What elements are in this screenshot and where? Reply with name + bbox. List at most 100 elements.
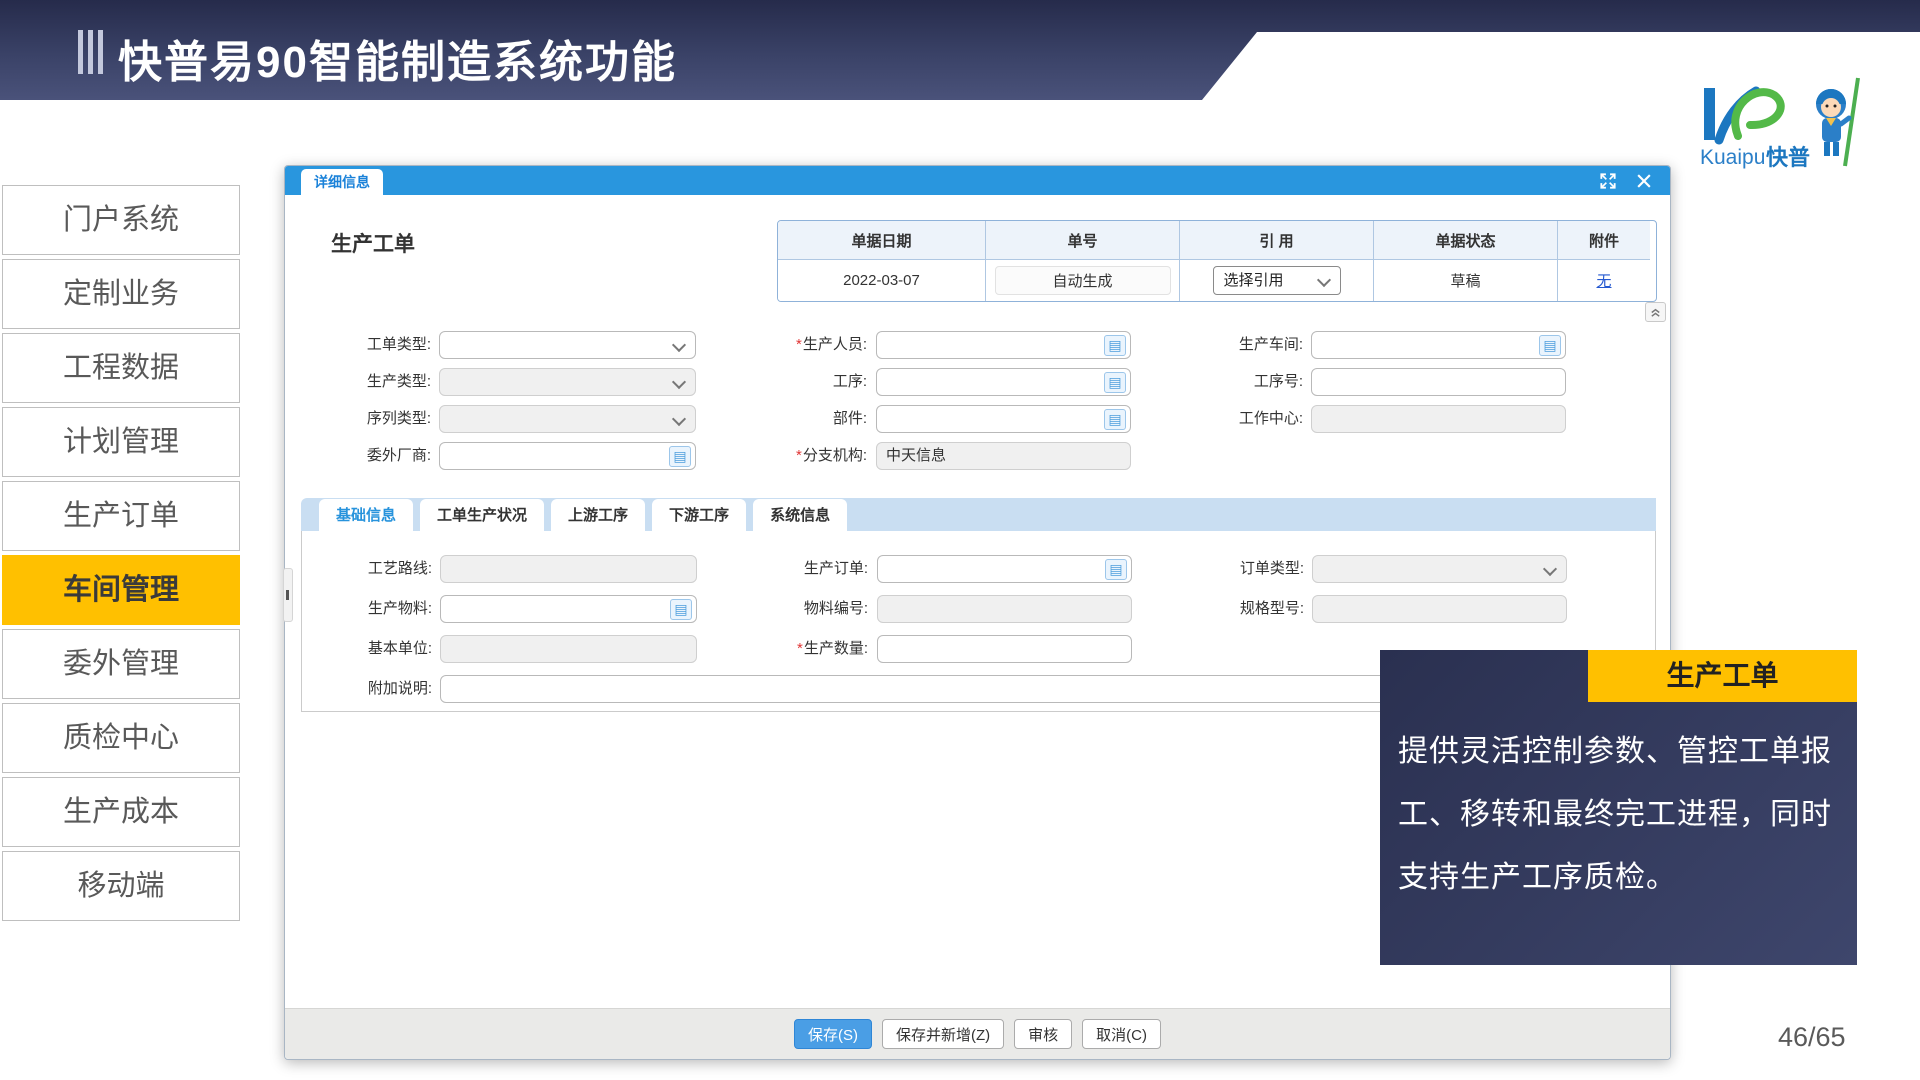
doc-info-table: 单据日期 单号 引 用 单据状态 附件 2022-03-07 自动生成 选择引用… [777,220,1657,302]
field-label-production-order: 生产订单: [722,555,868,583]
sidebar-item-production-order[interactable]: 生产订单 [2,481,240,551]
svg-text:Kuaipu: Kuaipu [1700,146,1765,169]
sidebar-item-quality-center[interactable]: 质检中心 [2,703,240,773]
tab-upstream-process[interactable]: 上游工序 [551,499,645,531]
chevron-down-icon [672,412,686,426]
doc-attachment-cell: 无 [1557,259,1650,301]
production-workshop-input[interactable]: ▤ [1311,331,1566,359]
production-personnel-input[interactable]: ▤ [876,331,1131,359]
process-input[interactable]: ▤ [876,368,1131,396]
doc-number-field: 自动生成 [995,266,1171,295]
field-label-production-workshop: 生产车间: [1155,331,1303,359]
chevron-down-icon [672,338,686,352]
field-label-process-number: 工序号: [1155,368,1303,396]
lookup-icon[interactable]: ▤ [670,599,692,620]
module-sidebar: 门户系统 定制业务 工程数据 计划管理 生产订单 车间管理 委外管理 质检中心 … [2,185,240,925]
doc-date-value: 2022-03-07 [778,259,985,301]
production-material-input[interactable]: ▤ [440,595,697,623]
production-type-select [439,368,696,396]
field-label-process-route: 工艺路线: [312,555,432,583]
component-input[interactable]: ▤ [876,405,1131,433]
field-label-component: 部件: [725,405,867,433]
field-label-sequence-type: 序列类型: [305,405,431,433]
logo-text-cn: 快普 [1766,145,1810,170]
field-label-process: 工序: [725,368,867,396]
page-title: 生产工单 [331,228,415,258]
order-type-select [1312,555,1567,583]
doc-col-reference: 引 用 [1179,221,1373,259]
tab-production-status[interactable]: 工单生产状况 [420,499,544,531]
sidebar-item-engineering-data[interactable]: 工程数据 [2,333,240,403]
chevron-down-icon [1316,273,1330,287]
callout-description: 提供灵活控制参数、管控工单报工、移转和最终完工进程，同时支持生产工序质检。 [1398,720,1844,909]
sidebar-item-portal[interactable]: 门户系统 [2,185,240,255]
dialog-footer: 保存(S) 保存并新增(Z) 审核 取消(C) [285,1008,1670,1059]
svg-text:快普: 快普 [1766,145,1810,170]
lookup-icon[interactable]: ▤ [1104,372,1126,393]
panel-collapse-handle[interactable] [283,568,293,622]
field-label-work-center: 工作中心: [1155,405,1303,433]
slide-title: 快普易90智能制造系统功能 [118,26,677,90]
field-label-production-type: 生产类型: [305,368,431,396]
lookup-icon[interactable]: ▤ [1104,409,1126,430]
field-label-branch: *分支机构: [725,442,867,470]
doc-number-cell: 自动生成 [985,259,1179,301]
doc-reference-cell: 选择引用 [1179,259,1373,301]
sidebar-item-production-cost[interactable]: 生产成本 [2,777,240,847]
field-label-additional-notes: 附加说明: [312,675,432,703]
cancel-button[interactable]: 取消(C) [1082,1019,1161,1049]
callout-title: 生产工单 [1588,650,1857,702]
field-label-material-number: 物料编号: [722,595,868,623]
feature-callout: 生产工单 提供灵活控制参数、管控工单报工、移转和最终完工进程，同时支持生产工序质… [1380,650,1857,965]
tab-basic-info[interactable]: 基础信息 [319,499,413,531]
sidebar-item-outsourcing-management[interactable]: 委外管理 [2,629,240,699]
field-label-base-unit: 基本单位: [312,635,432,663]
production-quantity-input[interactable] [877,635,1132,663]
doc-status-value: 草稿 [1373,259,1557,301]
field-label-work-order-type: 工单类型: [305,331,431,359]
attachment-link[interactable]: 无 [1596,270,1611,291]
save-button[interactable]: 保存(S) [794,1019,872,1049]
lookup-icon[interactable]: ▤ [1539,335,1561,356]
field-label-production-quantity: *生产数量: [722,635,868,663]
reference-select[interactable]: 选择引用 [1213,266,1341,295]
chevron-down-icon [672,375,686,389]
outsource-vendor-input[interactable]: ▤ [439,442,696,470]
collapse-header-button[interactable] [1645,302,1666,322]
lookup-icon[interactable]: ▤ [669,446,691,467]
doc-col-status: 单据状态 [1373,221,1557,259]
title-bars-icon [78,30,103,74]
spec-model-input [1312,595,1567,623]
close-icon[interactable] [1634,171,1654,191]
process-route-input [440,555,697,583]
doc-col-date: 单据日期 [778,221,985,259]
tab-system-info[interactable]: 系统信息 [753,499,847,531]
sequence-type-select [439,405,696,433]
process-number-input[interactable] [1311,368,1566,396]
sidebar-item-plan-management[interactable]: 计划管理 [2,407,240,477]
tab-downstream-process[interactable]: 下游工序 [652,499,746,531]
base-unit-input [440,635,697,663]
doc-col-number: 单号 [985,221,1179,259]
slide-header-banner: 快普易90智能制造系统功能 [0,0,1920,100]
logo-text-latin: Kuaipu [1700,146,1765,169]
audit-button[interactable]: 审核 [1014,1019,1072,1049]
work-center-input [1311,405,1566,433]
field-label-order-type: 订单类型: [1162,555,1304,583]
lookup-icon[interactable]: ▤ [1104,335,1126,356]
tab-detail-info[interactable]: 详细信息 [301,169,383,195]
maximize-icon[interactable] [1598,171,1618,191]
material-number-input [877,595,1132,623]
work-order-type-select[interactable] [439,331,696,359]
kuaipu-logo: Kuaipu 快普 [1698,76,1876,172]
sidebar-item-custom-business[interactable]: 定制业务 [2,259,240,329]
save-and-new-button[interactable]: 保存并新增(Z) [882,1019,1004,1049]
production-order-input[interactable]: ▤ [877,555,1132,583]
page-number: 46/65 [1778,1022,1846,1053]
sidebar-item-mobile[interactable]: 移动端 [2,851,240,921]
branch-input: 中天信息 [876,442,1131,470]
lookup-icon[interactable]: ▤ [1105,559,1127,580]
chevron-down-icon [1543,562,1557,576]
sidebar-item-workshop-management[interactable]: 车间管理 [2,555,240,625]
detail-tabstrip: 基础信息 工单生产状况 上游工序 下游工序 系统信息 [301,498,1656,531]
